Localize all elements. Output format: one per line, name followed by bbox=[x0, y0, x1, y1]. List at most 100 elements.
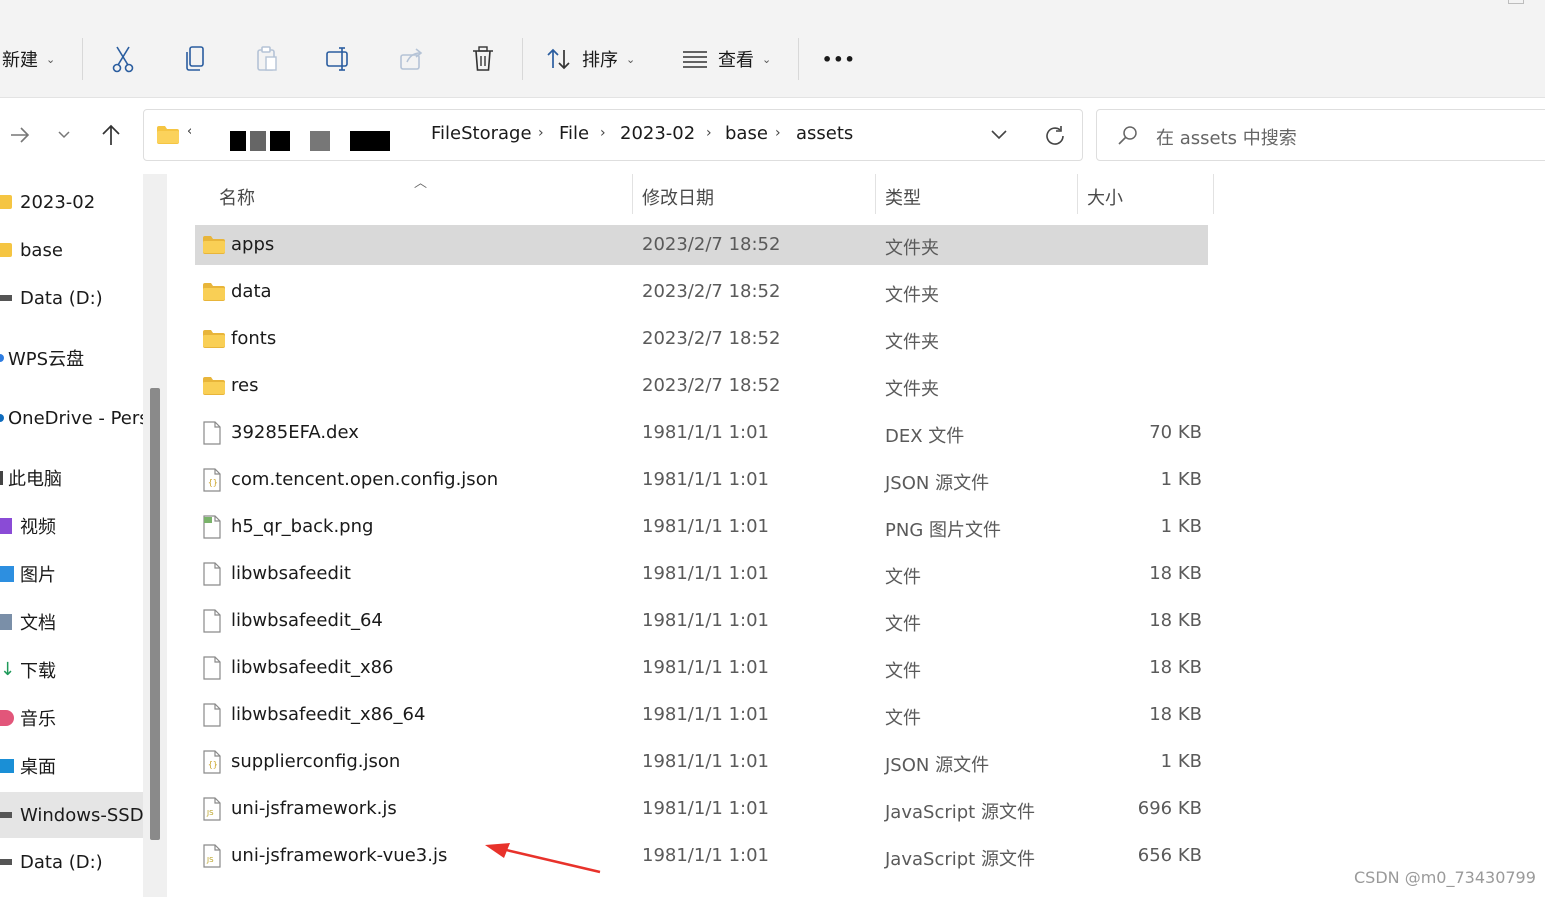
file-type: JSON 源文件 bbox=[885, 473, 990, 494]
paste-button[interactable] bbox=[252, 42, 282, 76]
png-file-icon bbox=[202, 515, 224, 539]
chevron-down-icon bbox=[58, 131, 70, 139]
file-date: 1981/1/1 1:01 bbox=[642, 610, 769, 631]
more-options-button[interactable]: ••• bbox=[822, 34, 856, 84]
sidebar-item-music[interactable]: 音乐 bbox=[0, 700, 143, 736]
chevron-right-icon[interactable]: › bbox=[775, 125, 781, 141]
refresh-icon[interactable] bbox=[1043, 124, 1067, 148]
sidebar-item-label: 图片 bbox=[20, 565, 56, 586]
sidebar-item-wps-cloud[interactable]: WPS云盘 bbox=[0, 340, 143, 376]
file-date: 1981/1/1 1:01 bbox=[642, 798, 769, 819]
address-bar[interactable]: ‹ bbox=[143, 109, 1083, 161]
sidebar-item-base[interactable]: base bbox=[0, 232, 143, 268]
file-row[interactable]: libwbsafeedit_x86 1981/1/1 1:01 文件 18 KB bbox=[195, 648, 1208, 688]
sidebar-item-pictures[interactable]: 图片 bbox=[0, 556, 143, 592]
sidebar-item-data-drive-2[interactable]: Data (D:) bbox=[0, 844, 143, 880]
sidebar-item-desktop[interactable]: 桌面 bbox=[0, 748, 143, 784]
sidebar-item-windows-ssd[interactable]: Windows-SSD bbox=[0, 792, 143, 838]
sidebar-item-documents[interactable]: 文档 bbox=[0, 604, 143, 640]
search-box[interactable]: 在 assets 中搜索 bbox=[1096, 109, 1545, 161]
js-file-icon: JS bbox=[202, 797, 224, 821]
view-button[interactable]: 查看 ⌄ bbox=[682, 34, 771, 84]
sidebar-item-onedrive[interactable]: OneDrive - Pers bbox=[0, 400, 143, 436]
file-row[interactable]: {} supplierconfig.json 1981/1/1 1:01 JSON 源… bbox=[195, 742, 1208, 782]
column-header-date[interactable]: 修改日期 bbox=[642, 184, 714, 210]
delete-button[interactable] bbox=[468, 42, 498, 76]
breadcrumb-item[interactable]: File bbox=[559, 123, 589, 144]
sidebar-item-this-pc[interactable]: 此电脑 bbox=[0, 460, 143, 496]
sidebar-item-data-drive[interactable]: Data (D:) bbox=[0, 280, 143, 316]
command-bar: 新建 ⌄ 排序 ⌄ 查看 ⌄ ••• bbox=[0, 0, 1545, 98]
column-header-name[interactable]: 名称 bbox=[219, 184, 255, 210]
sidebar-item-label: 2023-02 bbox=[20, 191, 96, 213]
file-date: 1981/1/1 1:01 bbox=[642, 422, 769, 443]
column-divider[interactable] bbox=[875, 174, 876, 214]
chevron-right-icon[interactable]: › bbox=[538, 125, 544, 141]
computer-icon bbox=[0, 471, 3, 485]
sidebar-item-videos[interactable]: 视频 bbox=[0, 508, 143, 544]
file-type: 文件夹 bbox=[885, 238, 939, 259]
sidebar-item-label: 视频 bbox=[20, 517, 56, 538]
drive-icon bbox=[0, 859, 12, 865]
sidebar-item-label: 此电脑 bbox=[8, 469, 62, 490]
sort-ascending-icon: ︿ bbox=[414, 176, 428, 191]
file-row[interactable]: libwbsafeedit 1981/1/1 1:01 文件 18 KB bbox=[195, 554, 1208, 594]
sidebar-scrollbar-thumb[interactable] bbox=[150, 388, 160, 840]
breadcrumb-item[interactable]: FileStorage bbox=[431, 123, 532, 144]
breadcrumb-item-current[interactable]: assets bbox=[796, 123, 853, 144]
redacted-path bbox=[350, 131, 390, 151]
rename-button[interactable] bbox=[324, 42, 354, 76]
file-row[interactable]: JS uni-jsframework.js 1981/1/1 1:01 JavaScr… bbox=[195, 789, 1208, 829]
file-row[interactable]: libwbsafeedit_x86_64 1981/1/1 1:01 文件 18 KB bbox=[195, 695, 1208, 735]
js-file-icon: JS bbox=[202, 844, 224, 868]
sort-button[interactable]: 排序 ⌄ bbox=[546, 34, 635, 84]
arrow-up-icon bbox=[102, 124, 120, 145]
file-row[interactable]: res 2023/2/7 18:52 文件夹 bbox=[195, 366, 1208, 406]
file-type: 文件夹 bbox=[885, 332, 939, 353]
cut-button[interactable] bbox=[108, 42, 138, 76]
file-size: 696 KB bbox=[1137, 798, 1202, 819]
column-divider[interactable] bbox=[1077, 174, 1078, 214]
file-type: JSON 源文件 bbox=[885, 755, 990, 776]
file-row[interactable]: libwbsafeedit_64 1981/1/1 1:01 文件 18 KB bbox=[195, 601, 1208, 641]
file-name: libwbsafeedit_64 bbox=[231, 610, 383, 631]
file-type: 文件夹 bbox=[885, 379, 939, 400]
recent-locations-button[interactable] bbox=[48, 116, 80, 154]
svg-text:JS: JS bbox=[206, 856, 214, 864]
file-row[interactable]: JS uni-jsframework-vue3.js 1981/1/1 1:01 Ja… bbox=[195, 836, 1208, 876]
chevron-right-icon[interactable]: › bbox=[600, 125, 606, 141]
column-divider[interactable] bbox=[632, 174, 633, 214]
file-name: res bbox=[231, 375, 259, 396]
copy-button[interactable] bbox=[180, 42, 210, 76]
new-button[interactable]: 新建 ⌄ bbox=[2, 34, 55, 84]
breadcrumb-item[interactable]: 2023-02 bbox=[620, 123, 695, 144]
file-row[interactable]: h5_qr_back.png 1981/1/1 1:01 PNG 图片文件 1 KB bbox=[195, 507, 1208, 547]
file-row[interactable]: 39285EFA.dex 1981/1/1 1:01 DEX 文件 70 KB bbox=[195, 413, 1208, 453]
file-row[interactable]: {} com.tencent.open.config.json 1981/1/1 1… bbox=[195, 460, 1208, 500]
column-header-type[interactable]: 类型 bbox=[885, 184, 921, 210]
chevron-down-icon[interactable] bbox=[990, 128, 1008, 142]
column-header-size[interactable]: 大小 bbox=[1087, 184, 1123, 210]
up-button[interactable] bbox=[95, 116, 127, 154]
file-date: 2023/2/7 18:52 bbox=[642, 328, 781, 349]
column-divider[interactable] bbox=[1213, 174, 1214, 214]
file-date: 1981/1/1 1:01 bbox=[642, 469, 769, 490]
file-row[interactable]: apps 2023/2/7 18:52 文件夹 bbox=[195, 225, 1208, 265]
share-button[interactable] bbox=[396, 42, 426, 76]
sidebar-item-2023-02[interactable]: 2023-02 bbox=[0, 184, 143, 220]
file-name: fonts bbox=[231, 328, 277, 349]
file-size: 656 KB bbox=[1137, 845, 1202, 866]
forward-button[interactable] bbox=[4, 116, 36, 154]
breadcrumb-item[interactable]: base bbox=[725, 123, 768, 144]
file-type: 文件夹 bbox=[885, 285, 939, 306]
chevron-right-icon[interactable]: › bbox=[706, 125, 712, 141]
copy-icon bbox=[186, 46, 204, 71]
file-row[interactable]: data 2023/2/7 18:52 文件夹 bbox=[195, 272, 1208, 312]
file-name: com.tencent.open.config.json bbox=[231, 469, 499, 490]
folder-icon bbox=[202, 233, 225, 257]
documents-icon bbox=[0, 614, 12, 630]
file-row[interactable]: fonts 2023/2/7 18:52 文件夹 bbox=[195, 319, 1208, 359]
json-file-icon: {} bbox=[202, 468, 224, 492]
sidebar-item-downloads[interactable]: ↓ 下载 bbox=[0, 652, 143, 688]
search-placeholder: 在 assets 中搜索 bbox=[1156, 128, 1297, 149]
